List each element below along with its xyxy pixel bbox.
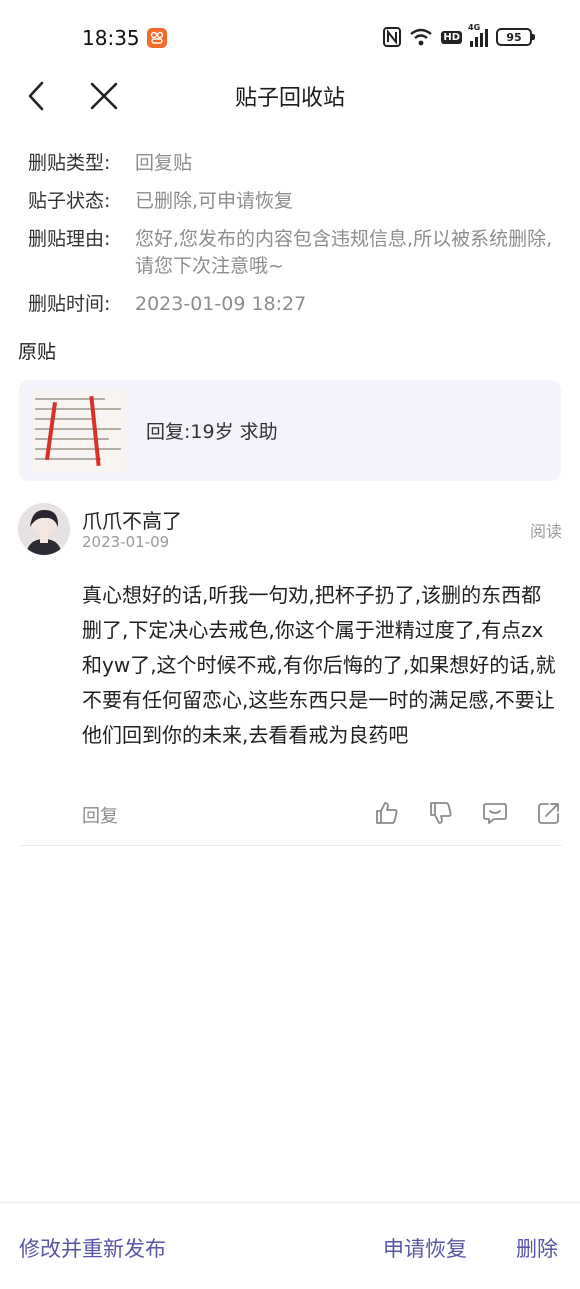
- info-row-status: 贴子状态: 已删除,可申请恢复: [28, 188, 563, 215]
- divider: [18, 845, 562, 846]
- status-label: 贴子状态:: [28, 190, 111, 212]
- battery-icon: 95: [496, 28, 535, 46]
- status-bar: 18:35 HD 4G 95: [0, 0, 580, 78]
- original-post-card[interactable]: 回复:19岁 求助: [19, 380, 561, 481]
- delete-button[interactable]: 删除: [516, 1233, 558, 1263]
- header: 贴子回收站: [0, 70, 580, 120]
- status-value: 已删除,可申请恢复: [135, 190, 294, 212]
- type-label: 删贴类型:: [28, 152, 111, 174]
- original-post-heading: 原贴: [18, 341, 57, 363]
- reason-value: 您好,您发布的内容包含违规信息,所以被系统删除,请您下次注意哦~: [135, 228, 553, 277]
- thumbs-down-icon[interactable]: [428, 800, 454, 826]
- info-row-time: 删贴时间: 2023-01-09 18:27: [28, 291, 563, 318]
- page-title: 贴子回收站: [234, 86, 345, 111]
- request-restore-button[interactable]: 申请恢复: [383, 1233, 467, 1263]
- status-icons: HD 4G 95: [383, 23, 535, 47]
- original-post-title: 回复:19岁 求助: [146, 421, 278, 443]
- status-time: 18:35: [82, 26, 140, 50]
- read-label: 阅读: [529, 522, 562, 541]
- comment-body: 真心想好的话,听我一句劝,把杯子扔了,该删的东西都删了,下定决心去戒色,你这个属…: [82, 583, 556, 747]
- action-icons: [374, 800, 562, 826]
- username[interactable]: 爪爪不高了: [82, 505, 182, 534]
- share-icon[interactable]: [536, 800, 562, 826]
- edit-and-republish-button[interactable]: 修改并重新发布: [19, 1233, 166, 1263]
- hd-icon: HD: [441, 30, 462, 44]
- info-row-type: 删贴类型: 回复贴: [28, 150, 563, 177]
- post-recycle-bin-page: 18:35 HD 4G 95 贴子回收站 删贴类型: 回复贴 贴子状态: 已删除…: [0, 0, 580, 1289]
- bottom-action-bar: 修改并重新发布 申请恢复 删除: [0, 1202, 580, 1289]
- info-row-reason: 删贴理由: 您好,您发布的内容包含违规信息,所以被系统删除,请您下次注意哦~: [28, 226, 563, 280]
- reply-button[interactable]: 回复: [82, 802, 118, 828]
- time-value: 2023-01-09 18:27: [135, 293, 307, 315]
- nfc-icon: [383, 27, 402, 47]
- thumbs-up-icon[interactable]: [374, 800, 400, 826]
- reason-label: 删贴理由:: [28, 228, 111, 250]
- wifi-icon: [409, 28, 433, 46]
- type-value: 回复贴: [135, 152, 193, 174]
- app-notification-icon: [147, 28, 167, 48]
- avatar[interactable]: [18, 503, 70, 555]
- comment-date: 2023-01-09: [82, 533, 170, 551]
- comment-icon[interactable]: [482, 800, 508, 826]
- time-label: 删贴时间:: [28, 293, 111, 315]
- post-thumbnail: [31, 389, 125, 472]
- deletion-info: 删贴类型: 回复贴 贴子状态: 已删除,可申请恢复 删贴理由: 您好,您发布的内…: [28, 150, 563, 329]
- network-label: 4G: [468, 23, 481, 32]
- comment-actions: 回复: [82, 798, 562, 832]
- signal-icon: 4G: [468, 23, 488, 47]
